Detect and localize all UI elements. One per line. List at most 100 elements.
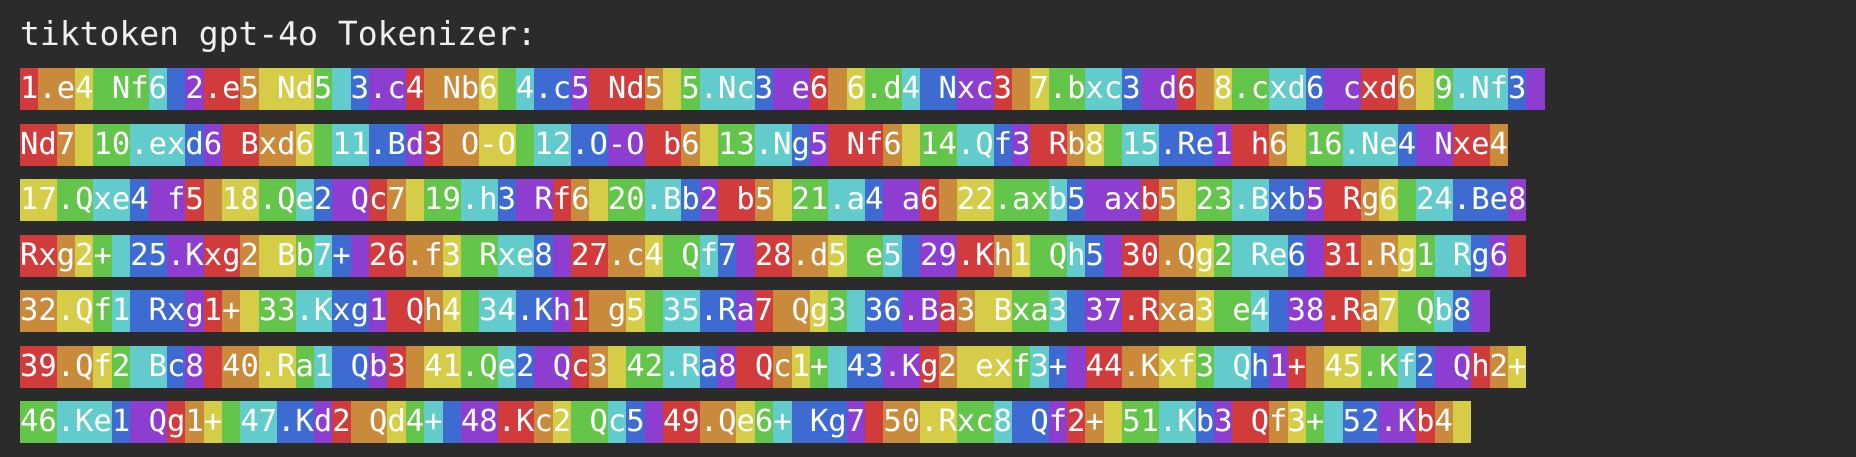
token: .K xyxy=(277,401,314,443)
token: g xyxy=(1471,234,1490,277)
token: 2 xyxy=(1489,345,1509,388)
token xyxy=(1103,234,1123,277)
token: + xyxy=(222,290,241,332)
token: 26 xyxy=(369,234,406,277)
token: 2 xyxy=(332,401,351,443)
token: 30 xyxy=(1122,234,1159,277)
token: B xyxy=(258,234,296,277)
token: .Q xyxy=(956,123,994,166)
token: h xyxy=(552,290,572,332)
token: 6 xyxy=(681,123,700,166)
token: 1 xyxy=(111,290,131,332)
token: .e xyxy=(203,68,241,110)
token: a xyxy=(1361,290,1380,332)
token: 3 xyxy=(828,290,847,332)
token: 7 xyxy=(1379,290,1398,332)
token: .c xyxy=(534,68,572,110)
token xyxy=(111,234,131,277)
token: 1 xyxy=(1269,345,1288,388)
token: e xyxy=(736,401,755,443)
token: + xyxy=(424,401,443,443)
token: g xyxy=(185,290,204,332)
token: 1 xyxy=(111,401,131,443)
token: 8 xyxy=(1452,290,1472,332)
token xyxy=(1067,345,1086,388)
token: xf xyxy=(1158,345,1196,388)
token: Q xyxy=(736,345,774,388)
token-line: 46 .Ke 1 Qg 1 + 47 .K d 2 Qd 4 + 48 .K c 2 Qc5 49 .Q e… xyxy=(20,401,1545,443)
token xyxy=(1526,68,1545,110)
token: R xyxy=(515,179,553,221)
token: 3 xyxy=(387,345,406,388)
token: 22 xyxy=(956,179,994,221)
token: 1 xyxy=(791,345,810,388)
token xyxy=(460,290,480,332)
token: .b xyxy=(1048,68,1086,110)
token: f xyxy=(148,179,186,221)
token: + xyxy=(93,234,112,277)
token: 6 xyxy=(1287,234,1306,277)
token: 6 xyxy=(295,123,314,166)
token-line: 1 .e 4 Nf 6 2 .e 5 Nd 5 3 .c 4 Nb 6 4 .c 5 Nd 5 5 .Nc… xyxy=(20,68,1545,110)
token: 31 xyxy=(1324,234,1362,277)
token: 6 xyxy=(754,401,774,443)
token: a xyxy=(736,290,755,332)
token: .R xyxy=(1361,234,1398,277)
token: .Q xyxy=(460,345,498,388)
token: 6 xyxy=(920,179,939,221)
token: .K xyxy=(1122,345,1159,388)
token: b xyxy=(1140,179,1159,221)
token: .h xyxy=(460,179,498,221)
token: c xyxy=(607,401,627,443)
token: d xyxy=(387,401,406,443)
token: 4 xyxy=(1489,123,1508,166)
token: 40 xyxy=(222,345,259,388)
token: 25 xyxy=(130,234,167,277)
token: 5 xyxy=(626,401,645,443)
token: b xyxy=(1067,123,1086,166)
token: 24 xyxy=(1416,179,1453,221)
token: 8 xyxy=(1214,68,1233,110)
token: + xyxy=(1048,345,1068,388)
token: 47 xyxy=(240,401,278,443)
token-line: 32 .Q f 1 Rx g 1 + 33 .K xg 1 Qh4 34 .K h 1 g5 35 .R a… xyxy=(20,290,1545,332)
token: 5 xyxy=(1085,234,1104,277)
token: f xyxy=(1048,401,1068,443)
token xyxy=(644,290,663,332)
token: 3 xyxy=(1048,290,1068,332)
token: a xyxy=(699,345,719,388)
token: 3 xyxy=(1287,401,1306,443)
token: Re xyxy=(1232,234,1288,277)
token: 6 xyxy=(883,123,902,166)
token: 6 xyxy=(809,68,829,110)
token: 5 xyxy=(313,68,333,110)
token: 6 xyxy=(148,68,167,110)
token: 1 xyxy=(20,68,39,110)
token: e xyxy=(1214,290,1251,332)
token: .R xyxy=(699,290,737,332)
token: -O xyxy=(479,123,516,166)
token xyxy=(662,68,682,110)
token xyxy=(1269,290,1288,332)
token: Q xyxy=(534,345,572,388)
token: 5 xyxy=(681,68,700,110)
token: f xyxy=(1012,345,1031,388)
token: .f xyxy=(405,234,443,277)
token: .R xyxy=(1122,290,1159,332)
token xyxy=(240,290,259,332)
token: xg xyxy=(203,234,241,277)
token: .Nc xyxy=(699,68,755,110)
token: .Ke xyxy=(56,401,112,443)
token: .d xyxy=(865,68,902,110)
token xyxy=(938,179,957,221)
token: 2 xyxy=(1067,401,1086,443)
token: 3 xyxy=(442,234,461,277)
token: 1 xyxy=(1011,234,1031,277)
token: 4 xyxy=(1397,123,1417,166)
token: b xyxy=(369,345,388,388)
token: d xyxy=(185,123,204,166)
token: 6 xyxy=(1489,234,1508,277)
token: 36 xyxy=(865,290,902,332)
token: e xyxy=(295,179,314,221)
token: 13 xyxy=(718,123,755,166)
